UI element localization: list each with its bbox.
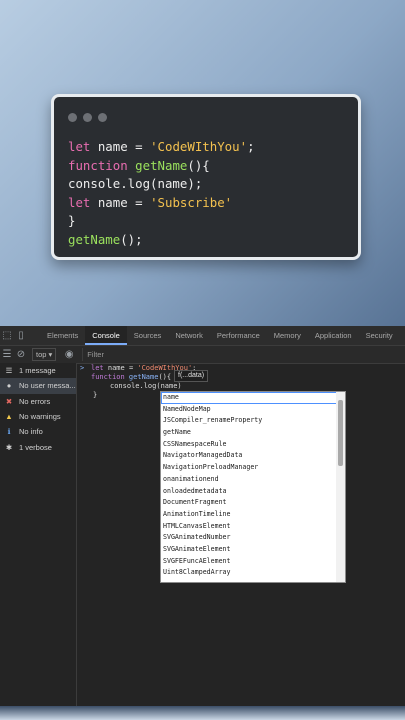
console-toolbar: ☰ ⊘ top ▾ ◉ Filter [0, 346, 405, 364]
device-toolbar-icon[interactable]: ▯ [14, 329, 28, 343]
autocomplete-item[interactable]: HTMLCanvasElement [161, 521, 345, 533]
sidebar-item[interactable]: ● No user messa... [0, 378, 76, 394]
clear-console-icon[interactable]: ⊘ [14, 348, 28, 362]
code-line: function getName(){ [68, 157, 255, 176]
autocomplete-item[interactable]: Uint8ClampedArray [161, 567, 345, 579]
code-line: let name = 'Subscribe' [68, 194, 255, 213]
error-icon: ✖ [5, 396, 13, 406]
keyword-token: let [91, 364, 104, 372]
console-line-2: function getName(){ [91, 373, 171, 382]
context-select[interactable]: top ▾ [32, 348, 57, 361]
window-dot-icon [68, 113, 77, 122]
autocomplete-item[interactable]: NavigatorManagedData [161, 450, 345, 462]
console-line-3[interactable]: console.log(name) [110, 382, 182, 391]
tab-console[interactable]: Console [85, 326, 127, 345]
window-dot-icon [98, 113, 107, 122]
console-prompt: > [80, 364, 85, 372]
code-token: } [68, 213, 76, 229]
sidebar-item[interactable]: ℹ No info [0, 424, 76, 439]
sidebar-item[interactable]: ▲ No warnings [0, 409, 76, 424]
keyword-token: function [91, 373, 125, 381]
autocomplete-item[interactable]: JSCompiler_renameProperty [161, 415, 345, 427]
code-token: let [68, 139, 91, 154]
info-icon: ℹ [7, 427, 11, 437]
tab-sources[interactable]: Sources [127, 326, 169, 345]
code-snippet: let name = 'CodeWIthYou'; function getNam… [68, 138, 255, 250]
tab-elements[interactable]: Elements [40, 326, 85, 345]
bottom-background [0, 706, 405, 720]
code-card: let name = 'CodeWIthYou'; function getNam… [51, 94, 361, 260]
filter-input[interactable]: Filter [82, 348, 405, 361]
tab-memory[interactable]: Memory [267, 326, 308, 345]
code-line: let name = 'CodeWIthYou'; [68, 138, 255, 157]
autocomplete-item[interactable]: getName [161, 427, 345, 439]
tab-performance[interactable]: Performance [210, 326, 267, 345]
tab-list: Elements Console Sources Network Performance… [40, 326, 400, 345]
code-line: getName(); [68, 231, 255, 250]
autocomplete-item[interactable]: AnimationTimeline [161, 509, 345, 521]
code-token: getName [68, 231, 121, 247]
code-line: console.log(name); [68, 175, 255, 194]
code-token: function [68, 157, 128, 173]
console-output: > let name = 'CodeWIthYou'; function get… [77, 363, 405, 706]
autocomplete-item[interactable]: NavigationPreloadManager [161, 462, 345, 474]
sidebar-item-label: 1 verbose [19, 442, 52, 452]
autocomplete-item[interactable]: SVGAnimatedNumber [161, 532, 345, 544]
sidebar-item[interactable]: ☰ 1 message [0, 363, 76, 378]
sidebar-item[interactable]: ✖ No errors [0, 394, 76, 409]
function-token: getName [124, 373, 159, 381]
autocomplete-item[interactable]: onloadedmetadata [161, 486, 345, 498]
autocomplete-list: name NamedNodeMap JSCompiler_renamePropert… [161, 392, 345, 579]
window-dots [68, 113, 107, 122]
warning-icon: ▲ [5, 412, 13, 422]
sidebar-item-label: No user messa... [19, 381, 76, 391]
autocomplete-item[interactable]: SVGAnimateElement [161, 544, 345, 556]
console-sidebar: ☰ 1 message ● No user messa... ✖ No errors ▲ No… [0, 363, 77, 706]
sidebar-item-label: No errors [19, 396, 51, 406]
code-token: let [68, 194, 91, 210]
console-line-4: } [93, 391, 98, 399]
code-token: ; [247, 139, 255, 154]
plain-token: name = [103, 364, 138, 372]
code-token: console.log(name); [68, 176, 203, 192]
scrollbar-thumb[interactable] [338, 400, 343, 466]
devtools-tabbar: ⬚ ▯ Elements Console Sources Network Perform… [0, 326, 405, 346]
sidebar-item-label: 1 message [19, 366, 56, 376]
autocomplete-item[interactable]: NamedNodeMap [161, 404, 345, 416]
user-icon: ● [6, 381, 12, 391]
code-token: (){ [187, 157, 210, 173]
autocomplete-item[interactable]: CSSNamespaceRule [161, 439, 345, 451]
autocomplete-item[interactable]: SVGFEFuncAElement [161, 556, 345, 568]
eye-icon[interactable]: ◉ [62, 348, 76, 362]
code-token: name = [90, 139, 151, 154]
tab-security[interactable]: Security [359, 326, 400, 345]
autocomplete-item[interactable]: onanimationend [161, 474, 345, 486]
autocomplete-dropdown: name NamedNodeMap JSCompiler_renamePropert… [160, 391, 346, 583]
inspect-icon[interactable]: ⬚ [0, 329, 14, 343]
tab-network[interactable]: Network [168, 326, 210, 345]
context-value: top [36, 350, 47, 359]
autocomplete-scrollbar[interactable] [336, 392, 345, 582]
code-line: } [68, 212, 255, 231]
autocomplete-item[interactable]: DocumentFragment [161, 497, 345, 509]
code-token: getName [127, 157, 188, 173]
sidebar-item-label: No info [19, 427, 43, 437]
code-token: 'CodeWIthYou' [150, 139, 248, 154]
window-dot-icon [83, 113, 92, 122]
sidebar-item-label: No warnings [19, 412, 61, 422]
sidebar-item[interactable]: ✱ 1 verbose [0, 439, 76, 454]
devtools-panel: ⬚ ▯ Elements Console Sources Network Perform… [0, 326, 405, 706]
gear-icon: ✱ [5, 442, 13, 452]
code-token: 'Subscribe' [150, 194, 233, 210]
plain-token: (){ [158, 373, 172, 381]
list-icon: ☰ [5, 366, 13, 376]
sidebar-toggle-icon[interactable]: ☰ [0, 348, 14, 362]
code-token: name = [90, 194, 151, 210]
tab-application[interactable]: Application [308, 326, 359, 345]
autocomplete-item[interactable]: name [161, 392, 345, 404]
code-token: (); [120, 231, 143, 247]
signature-tooltip: f(...data) [174, 370, 209, 382]
